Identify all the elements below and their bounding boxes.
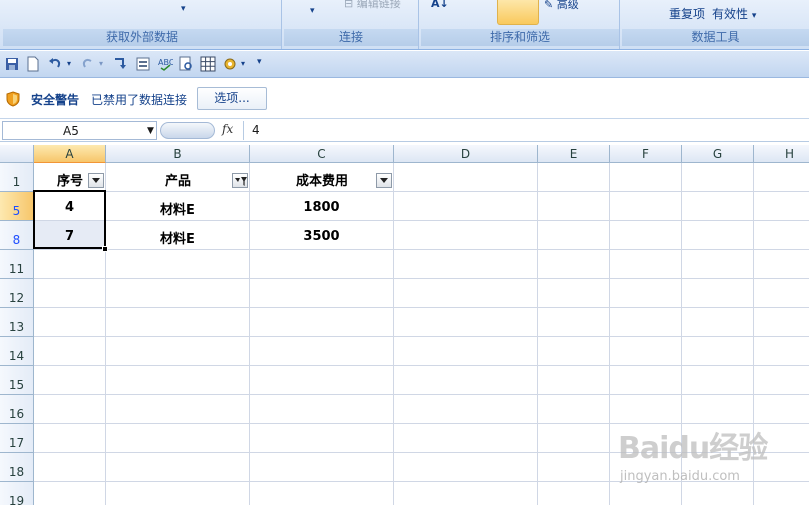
header-cell-cost[interactable]: 成本费用	[280, 170, 364, 189]
gridline	[34, 278, 809, 279]
borders-icon[interactable]	[200, 56, 216, 72]
undo-icon[interactable]	[47, 56, 63, 72]
gridline	[34, 365, 809, 366]
filter-button[interactable]	[497, 0, 539, 25]
gridline	[34, 249, 809, 250]
row-header[interactable]: 14	[0, 337, 34, 366]
row-header[interactable]: 18	[0, 453, 34, 482]
column-header-b[interactable]: B	[106, 145, 250, 163]
advanced-filter-button[interactable]: ✎ 高级	[544, 0, 579, 12]
gridline	[34, 336, 809, 337]
repeat-icon[interactable]	[112, 56, 128, 72]
active-selection-border	[33, 190, 106, 249]
cell-b8[interactable]: 材料E	[106, 228, 249, 247]
macro-icon[interactable]	[222, 56, 238, 72]
gridline	[34, 191, 809, 192]
edit-links-icon: ⊟	[344, 0, 354, 10]
filter-dropdown-c[interactable]	[376, 173, 392, 188]
gridline	[34, 220, 809, 221]
ribbon-group-label: 数据工具	[622, 29, 809, 46]
advanced-filter-icon: ✎	[544, 0, 554, 11]
formula-bar: A5 ▼ fx 4	[0, 120, 809, 142]
security-warning-title: 安全警告	[31, 93, 80, 107]
redo-dropdown-arrow[interactable]: ▾	[99, 59, 103, 68]
name-box[interactable]: A5 ▼	[2, 121, 157, 140]
ribbon-group-data-tools: 重复项 有效性 ▾ 数据工具	[622, 0, 809, 49]
filter-dropdown-b-active[interactable]	[232, 173, 248, 188]
data-validation-button[interactable]: 有效性 ▾	[712, 5, 756, 22]
form-icon[interactable]	[135, 56, 151, 72]
ribbon-group-label: 排序和筛选	[421, 29, 619, 46]
header-cell-product[interactable]: 产品	[150, 170, 206, 189]
formula-value: 4	[252, 123, 260, 137]
dropdown-arrow-icon	[92, 178, 100, 183]
column-header-d[interactable]: D	[394, 145, 538, 163]
watermark-url: jingyan.baidu.com	[620, 469, 740, 484]
watermark-logo: Baidu经验 jingyan.baidu.com	[616, 415, 806, 495]
sort-az-icon[interactable]: A↓	[431, 0, 449, 10]
macro-dropdown-arrow[interactable]: ▾	[241, 59, 245, 68]
cell-b5[interactable]: 材料E	[106, 199, 249, 218]
name-box-dropdown-icon[interactable]: ▼	[147, 126, 154, 136]
security-warning-bar: 安全警告 已禁用了数据连接 选项...	[0, 79, 809, 119]
header-cell-seq[interactable]: 序号	[50, 170, 90, 189]
formula-input[interactable]: 4	[243, 121, 809, 140]
redo-icon[interactable]	[80, 56, 96, 72]
column-header-c[interactable]: C	[250, 145, 394, 163]
column-header-e[interactable]: E	[538, 145, 610, 163]
shield-icon	[6, 91, 20, 107]
remove-duplicates-button[interactable]: 重复项	[669, 5, 705, 22]
ribbon-group-label: 获取外部数据	[3, 29, 281, 46]
fill-handle[interactable]	[102, 246, 108, 252]
row-header[interactable]: 8	[0, 221, 34, 250]
gridline	[34, 307, 809, 308]
row-header[interactable]: 11	[0, 250, 34, 279]
spelling-icon[interactable]: ABC	[157, 56, 173, 72]
filter-funnel-icon	[235, 177, 247, 186]
ribbon-group-connections: ▾ ⊟ 编辑链接 连接	[284, 0, 419, 49]
ribbon-group-external-data: ▾ 获取外部数据	[3, 0, 282, 49]
print-preview-icon[interactable]	[178, 56, 194, 72]
column-header-a[interactable]: A	[34, 145, 106, 163]
formula-controls: fx	[160, 121, 240, 140]
quick-access-toolbar: ▾ ▾ ABC ▾ ▾	[0, 51, 809, 78]
filter-dropdown-a[interactable]	[88, 173, 104, 188]
connections-dropdown-arrow[interactable]: ▾	[310, 6, 315, 16]
gridline	[34, 394, 809, 395]
edit-links-button[interactable]: ⊟ 编辑链接	[344, 0, 401, 11]
save-icon[interactable]	[4, 56, 20, 72]
svg-text:ABC: ABC	[158, 58, 173, 67]
insert-function-icon[interactable]: fx	[222, 122, 233, 136]
dropdown-arrow-icon	[380, 178, 388, 183]
column-header-h[interactable]: H	[754, 145, 809, 163]
row-header[interactable]: 12	[0, 279, 34, 308]
formula-resize-handle[interactable]	[160, 122, 215, 139]
ribbon-group-label: 连接	[284, 29, 418, 46]
name-box-value: A5	[63, 124, 79, 138]
row-header[interactable]: 5	[0, 192, 34, 221]
gridline	[537, 163, 538, 505]
column-header-g[interactable]: G	[682, 145, 754, 163]
row-header[interactable]: 15	[0, 366, 34, 395]
customize-toolbar-icon[interactable]: ▾	[257, 57, 262, 67]
new-document-icon[interactable]	[25, 56, 41, 72]
cell-c8[interactable]: 3500	[250, 229, 393, 244]
gridline	[393, 163, 394, 505]
row-header[interactable]: 17	[0, 424, 34, 453]
ribbon-dropdown-arrow[interactable]: ▾	[181, 4, 186, 14]
row-header[interactable]: 1	[0, 163, 34, 192]
row-header[interactable]: 13	[0, 308, 34, 337]
ribbon: ▾ 获取外部数据 ▾ ⊟ 编辑链接 连接 A↓ 排序和筛选 ✎ 高级 重复项 有…	[0, 0, 809, 50]
gridline	[609, 163, 610, 505]
cell-c5[interactable]: 1800	[250, 200, 393, 215]
undo-dropdown-arrow[interactable]: ▾	[67, 59, 71, 68]
row-header[interactable]: 16	[0, 395, 34, 424]
security-warning-message: 已禁用了数据连接	[91, 93, 188, 107]
select-all-corner[interactable]	[0, 145, 34, 163]
watermark-text: Baidu经验	[618, 431, 768, 466]
options-button[interactable]: 选项...	[197, 87, 267, 110]
row-header[interactable]: 19	[0, 482, 34, 505]
column-header-f[interactable]: F	[610, 145, 682, 163]
